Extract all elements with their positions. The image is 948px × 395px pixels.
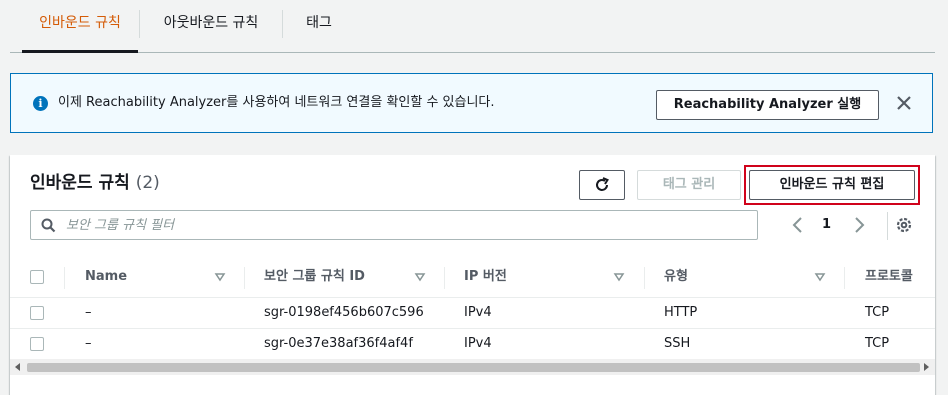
inbound-rules-panel: 인바운드 규칙 (2) 태그 관리 인바운드 규칙 편집 보안 그룹 규칙 필터…	[10, 155, 935, 395]
cell-rule-id: sgr-0198ef456b607c596	[264, 305, 424, 320]
gear-icon[interactable]	[895, 216, 913, 234]
highlight-box	[744, 165, 920, 205]
rule-count: (2)	[135, 173, 160, 193]
info-icon: i	[33, 96, 48, 111]
sort-icon[interactable]	[414, 271, 426, 283]
close-icon[interactable]	[893, 92, 915, 114]
refresh-icon	[596, 177, 609, 191]
column-header-protocol[interactable]: 프로토콜	[865, 257, 913, 297]
panel-title-text: 인바운드 규칙	[30, 173, 130, 193]
refresh-button[interactable]	[579, 170, 625, 200]
column-divider	[844, 267, 845, 289]
tab-tags[interactable]: 태그	[284, 0, 354, 52]
tab-inbound-rules[interactable]: 인바운드 규칙	[22, 0, 138, 53]
sort-icon[interactable]	[613, 271, 625, 283]
run-reachability-analyzer-button[interactable]: Reachability Analyzer 실행	[656, 90, 879, 120]
panel-title: 인바운드 규칙 (2)	[30, 171, 160, 195]
search-input[interactable]: 보안 그룹 규칙 필터	[30, 210, 758, 240]
column-divider	[244, 267, 245, 289]
search-icon	[41, 218, 56, 233]
cell-name: –	[85, 305, 92, 320]
pager-divider	[887, 212, 888, 240]
chevron-right-icon[interactable]	[852, 215, 866, 235]
row-checkbox[interactable]	[30, 306, 44, 320]
horizontal-scrollbar[interactable]	[10, 359, 935, 375]
tab-bar: 인바운드 규칙 아웃바운드 규칙 태그	[10, 0, 935, 53]
scroll-left-arrow[interactable]	[15, 363, 20, 371]
cell-ip-version: IPv4	[464, 336, 492, 351]
scrollbar-thumb[interactable]	[27, 363, 920, 372]
sort-icon[interactable]	[214, 271, 226, 283]
select-all-checkbox[interactable]	[30, 270, 44, 284]
column-divider	[444, 267, 445, 289]
info-banner-message: 이제 Reachability Analyzer를 사용하여 네트워크 연결을 …	[58, 95, 495, 110]
cell-name: –	[85, 336, 92, 351]
cell-type: SSH	[664, 336, 691, 351]
manage-tags-button[interactable]: 태그 관리	[637, 170, 741, 200]
cell-type: HTTP	[664, 305, 698, 320]
tab-divider	[282, 10, 283, 38]
cell-rule-id: sgr-0e37e38af36f4af4f	[264, 336, 413, 351]
table-row[interactable]: – sgr-0e37e38af36f4af4f IPv4 SSH TCP	[10, 329, 935, 360]
cell-protocol: TCP	[865, 336, 890, 351]
tab-divider	[139, 10, 140, 38]
scroll-right-arrow[interactable]	[924, 363, 929, 371]
info-banner: i 이제 Reachability Analyzer를 사용하여 네트워크 연결…	[10, 73, 933, 133]
column-divider	[644, 267, 645, 289]
table-row[interactable]: – sgr-0198ef456b607c596 IPv4 HTTP TCP	[10, 298, 935, 329]
cell-ip-version: IPv4	[464, 305, 492, 320]
tab-outbound-rules[interactable]: 아웃바운드 규칙	[141, 0, 281, 52]
column-header-ip-version[interactable]: IP 버전	[464, 257, 507, 297]
search-placeholder: 보안 그룹 규칙 필터	[66, 218, 175, 233]
column-header-type[interactable]: 유형	[664, 257, 688, 297]
column-divider	[64, 267, 65, 289]
chevron-left-icon[interactable]	[791, 215, 805, 235]
cell-protocol: TCP	[865, 305, 890, 320]
column-header-rule-id[interactable]: 보안 그룹 규칙 ID	[264, 257, 365, 297]
page-number[interactable]: 1	[822, 216, 831, 234]
table-header: Name 보안 그룹 규칙 ID IP 버전 유형 프로토콜	[10, 257, 935, 298]
row-checkbox[interactable]	[30, 337, 44, 351]
column-header-name[interactable]: Name	[85, 257, 127, 297]
sort-icon[interactable]	[814, 271, 826, 283]
